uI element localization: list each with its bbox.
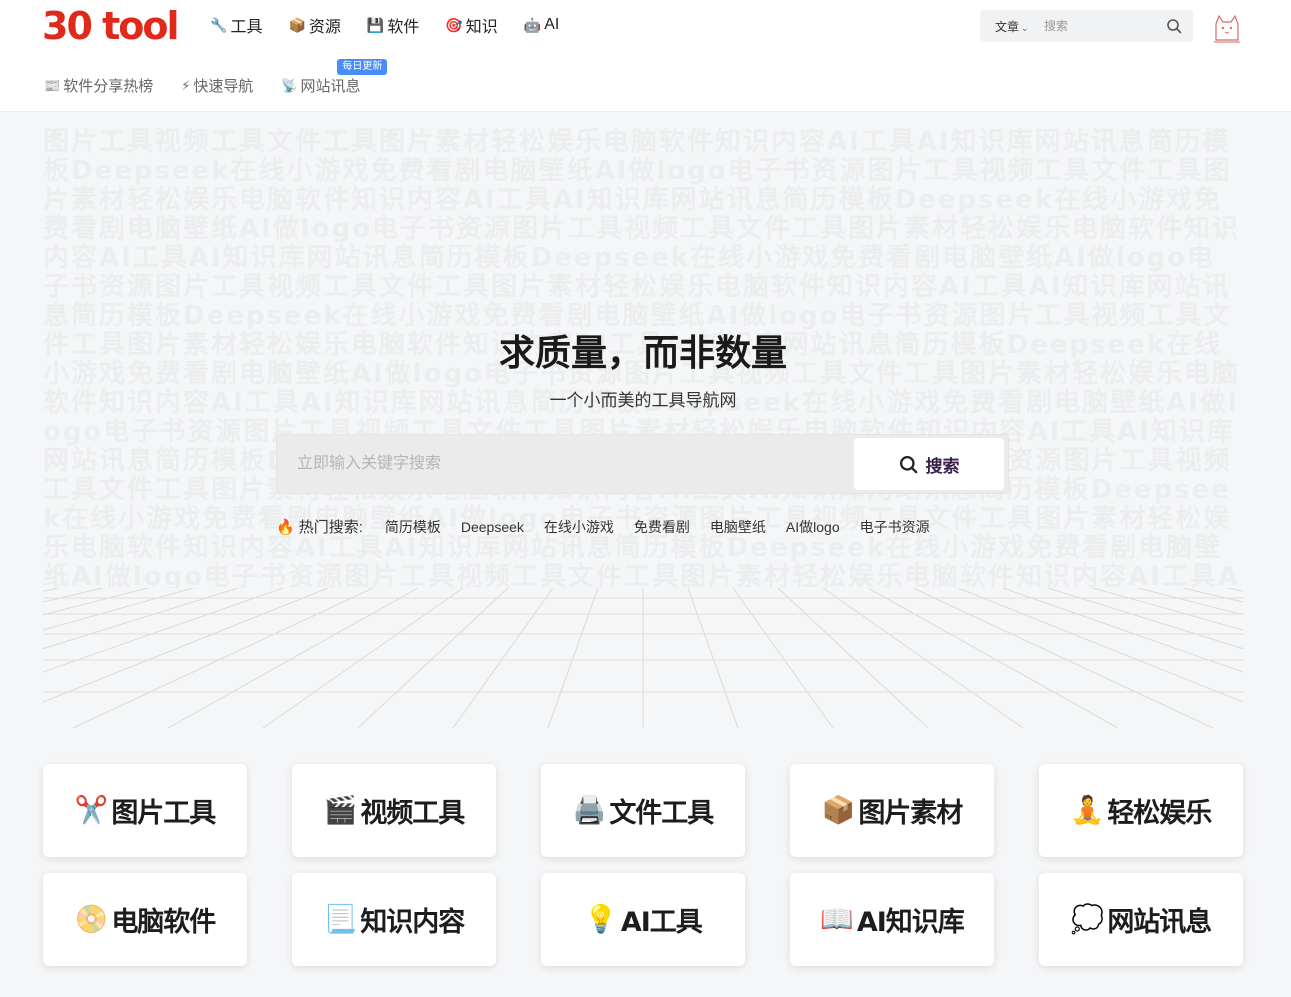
- chevron-down-icon: ⌄: [1021, 23, 1029, 33]
- nav-item-resources[interactable]: 📦 资源: [288, 14, 340, 36]
- hero-perspective-grid: [43, 588, 1243, 728]
- thought-bubble-icon: 💭: [1070, 904, 1105, 934]
- hero-search-bar: 搜索: [276, 434, 1009, 494]
- card-file-tools[interactable]: 🖨️ 文件工具: [541, 764, 745, 857]
- hero-search-button[interactable]: 搜索: [854, 438, 1004, 490]
- search-icon: [899, 455, 917, 473]
- document-icon: 📃: [323, 904, 358, 934]
- sub-nav: 📰 软件分享热榜 ⚡ 快速导航 📡 网站讯息 每日更新: [44, 59, 388, 96]
- search-category-label: 文章: [995, 20, 1020, 34]
- page-title: 求质量，而非数量: [498, 333, 787, 374]
- nav-item-software[interactable]: 💾 软件: [367, 14, 419, 36]
- search-category-select[interactable]: 文章 ⌄: [995, 18, 1029, 35]
- card-pc-software[interactable]: 📀 电脑软件: [43, 873, 247, 966]
- subnav-item-site-news[interactable]: 📡 网站讯息 每日更新: [281, 59, 388, 96]
- header-search: 文章 ⌄: [980, 10, 1193, 42]
- site-logo[interactable]: 30 tool: [42, 4, 180, 48]
- card-label: 图片素材: [858, 798, 963, 829]
- hot-searches-label: 🔥 热门搜索:: [276, 516, 363, 537]
- hot-tag[interactable]: Deepseek: [461, 519, 524, 535]
- subnav-item-software-ranking[interactable]: 📰 软件分享热榜: [44, 75, 153, 96]
- robot-icon: 🤖: [523, 17, 542, 33]
- hero-section: 图片工具视频工具文件工具图片素材轻松娱乐电脑软件知识内容AI工具AI知识库网站讯…: [43, 128, 1243, 728]
- subnav-item-label: 快速导航: [193, 78, 254, 95]
- nav-item-knowledge[interactable]: 🎯 知识: [445, 14, 497, 36]
- nav-item-tools[interactable]: 🔧 工具: [210, 14, 262, 36]
- nav-item-ai[interactable]: 🤖 AI: [524, 14, 560, 36]
- meditation-icon: 🧘: [1070, 795, 1105, 825]
- card-label: 知识内容: [360, 907, 465, 938]
- card-ai-knowledge-base[interactable]: 📖 AI知识库: [790, 873, 994, 966]
- card-image-tools[interactable]: ✂️ 图片工具: [43, 764, 247, 857]
- card-label: AI知识库: [856, 907, 965, 938]
- newspaper-icon: 📰: [44, 77, 61, 93]
- satellite-icon: 📡: [281, 77, 298, 93]
- hot-tag[interactable]: 免费看剧: [634, 517, 690, 537]
- hot-tag[interactable]: 电子书资源: [860, 517, 930, 537]
- wrench-icon: 🔧: [210, 17, 228, 33]
- package-icon: 📦: [288, 17, 306, 33]
- flame-icon: 🔥: [276, 518, 295, 536]
- card-ai-tools[interactable]: 💡 AI工具: [541, 873, 745, 966]
- user-avatar[interactable]: [1210, 10, 1244, 44]
- hot-tag[interactable]: AI做logo: [786, 517, 840, 537]
- hot-tag[interactable]: 简历模板: [385, 517, 441, 537]
- disc-icon: 📀: [74, 904, 109, 934]
- site-header: 30 tool 🔧 工具 📦 资源 💾 软件 🎯 知识 🤖 AI 文章 ⌄ 搜索…: [0, 0, 1291, 112]
- printer-icon: 🖨️: [572, 795, 607, 825]
- card-label: 文件工具: [609, 798, 714, 829]
- card-entertainment[interactable]: 🧘 轻松娱乐: [1039, 764, 1243, 857]
- subnav-item-quick-nav[interactable]: ⚡ 快速导航: [181, 75, 253, 96]
- clapperboard-icon: 🎬: [323, 795, 358, 825]
- subnav-item-label: 软件分享热榜: [63, 78, 154, 95]
- nav-item-label: 软件: [387, 19, 420, 36]
- card-site-news[interactable]: 💭 网站讯息: [1039, 873, 1243, 966]
- nav-item-label: 资源: [308, 19, 341, 36]
- card-label: 轻松娱乐: [1107, 798, 1212, 829]
- nav-item-label: 工具: [230, 19, 263, 36]
- floppy-disk-icon: 💾: [366, 17, 385, 33]
- lightning-icon: ⚡: [181, 77, 191, 93]
- hero-search-input[interactable]: [277, 435, 852, 493]
- nav-item-label: 知识: [465, 19, 498, 36]
- lightbulb-icon: 💡: [584, 904, 618, 934]
- subnav-item-label: 网站讯息: [300, 78, 361, 95]
- card-knowledge-content[interactable]: 📃 知识内容: [292, 873, 496, 966]
- hero-search-button-label: 搜索: [925, 456, 960, 476]
- search-icon[interactable]: [1166, 18, 1182, 34]
- hot-tag[interactable]: 电脑壁纸: [710, 517, 766, 537]
- card-video-tools[interactable]: 🎬 视频工具: [292, 764, 496, 857]
- hot-tag[interactable]: 在线小游戏: [544, 517, 614, 537]
- nav-item-label: AI: [544, 16, 560, 33]
- card-label: 视频工具: [360, 798, 465, 829]
- card-label: AI工具: [620, 907, 703, 938]
- box-icon: 📦: [821, 795, 856, 825]
- card-label: 电脑软件: [111, 907, 216, 938]
- daily-update-badge: 每日更新: [337, 59, 388, 75]
- card-image-assets[interactable]: 📦 图片素材: [790, 764, 994, 857]
- scissors-icon: ✂️: [74, 795, 109, 825]
- card-label: 网站讯息: [1107, 907, 1212, 938]
- open-book-icon: 📖: [820, 904, 854, 934]
- target-icon: 🎯: [445, 17, 463, 33]
- hot-label-text: 热门搜索:: [298, 519, 363, 536]
- page-subtitle: 一个小而美的工具导航网: [549, 391, 737, 410]
- main-nav: 🔧 工具 📦 资源 💾 软件 🎯 知识 🤖 AI: [210, 14, 559, 36]
- card-label: 图片工具: [111, 798, 216, 829]
- hot-searches: 🔥 热门搜索: 简历模板 Deepseek 在线小游戏 免费看剧 电脑壁纸 AI…: [276, 516, 930, 537]
- header-search-input[interactable]: [1044, 14, 1154, 38]
